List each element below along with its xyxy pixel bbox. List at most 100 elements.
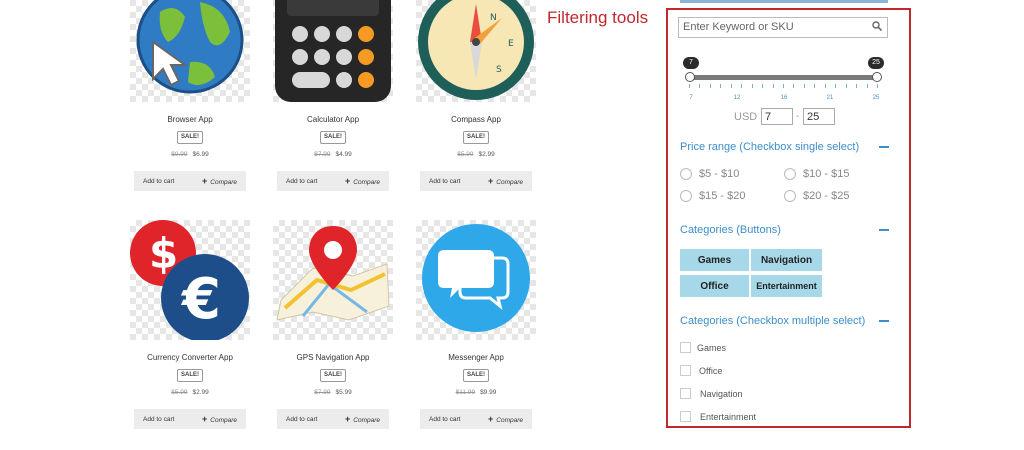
new-price: $4.99 (335, 151, 352, 158)
collapse-icon[interactable] (879, 320, 889, 322)
old-price: $5.99 (171, 389, 188, 396)
radio-price-10-15[interactable] (784, 168, 796, 180)
slider-high-handle[interactable] (872, 72, 882, 82)
product-name[interactable]: Currency Converter App (130, 353, 250, 363)
old-price: $11.99 (455, 389, 476, 396)
radio-price-20-25[interactable] (784, 190, 796, 202)
product-image[interactable] (130, 0, 250, 102)
product-card: GPS Navigation App SALE! $7.99 $5.99 Add … (273, 220, 393, 429)
product-name[interactable]: Messenger App (416, 353, 536, 363)
product-actions: Add to cart + Compare (420, 409, 532, 429)
price-block: $9.99 $6.99 (130, 150, 250, 160)
price-block: $11.99 $9.99 (416, 388, 536, 398)
product-image[interactable] (273, 220, 393, 340)
sale-badge: SALE! (177, 369, 203, 382)
product-image[interactable]: N E S (416, 0, 536, 102)
compare-button[interactable]: + Compare (488, 176, 523, 186)
slider-ticks (689, 84, 879, 92)
slider-tick (877, 84, 878, 88)
range-max-input[interactable]: 25 (803, 108, 835, 125)
compare-label: Compare (353, 417, 380, 424)
slider-low-handle[interactable] (685, 72, 695, 82)
search-icon[interactable] (872, 21, 882, 31)
radio-price-5-10[interactable] (680, 168, 692, 180)
slider-tick (762, 84, 764, 88)
add-to-cart-button[interactable]: Add to cart (143, 178, 174, 185)
radio-price-15-20[interactable] (680, 190, 692, 202)
slider-tick (793, 84, 795, 88)
search-input[interactable]: Enter Keyword or SKU (678, 17, 888, 38)
compare-button[interactable]: + Compare (345, 176, 380, 186)
checkbox-label: Entertainment (700, 412, 757, 422)
svg-text:E: E (508, 39, 514, 49)
old-price: $7.99 (314, 389, 331, 396)
range-separator: - (796, 111, 800, 122)
add-to-cart-button[interactable]: Add to cart (286, 178, 317, 185)
product-name[interactable]: GPS Navigation App (273, 353, 393, 363)
radio-label: $20 - $25 (803, 190, 850, 202)
slider-tick (689, 84, 690, 88)
top-bar (680, 0, 888, 3)
compare-button[interactable]: + Compare (345, 414, 380, 424)
checkbox-label: Office (699, 366, 723, 376)
compare-label: Compare (496, 179, 523, 186)
plus-icon: + (488, 414, 494, 424)
new-price: $2.99 (192, 389, 209, 396)
product-image[interactable] (416, 220, 536, 340)
compare-button[interactable]: + Compare (202, 414, 237, 424)
filter-panel-outline (666, 8, 911, 428)
currency-icon: $ € (130, 220, 249, 340)
product-actions: Add to cart + Compare (134, 171, 246, 191)
product-image[interactable]: $ € (130, 220, 250, 340)
old-price: $5.99 (457, 151, 474, 158)
tick-label: 25 (872, 95, 880, 101)
checkbox-games[interactable] (680, 342, 691, 353)
category-button-games[interactable]: Games (679, 248, 750, 272)
slider-tick (783, 84, 784, 88)
product-card: Browser App SALE! $9.99 $6.99 Add to cart… (130, 0, 250, 191)
tick-label: 7 (689, 95, 693, 101)
add-to-cart-button[interactable]: Add to cart (429, 178, 460, 185)
category-button-office[interactable]: Office (679, 274, 750, 298)
product-image[interactable] (273, 0, 393, 102)
category-button-navigation[interactable]: Navigation (750, 248, 823, 272)
add-to-cart-button[interactable]: Add to cart (143, 416, 174, 423)
new-price: $9.99 (480, 389, 497, 396)
plus-icon: + (345, 176, 351, 186)
checkbox-entertainment[interactable] (680, 411, 691, 422)
old-price: $9.99 (171, 151, 188, 158)
categories-buttons-title[interactable]: Categories (Buttons) (680, 224, 781, 236)
add-to-cart-button[interactable]: Add to cart (429, 416, 460, 423)
slider-tick (730, 84, 732, 88)
product-card: N E S Compass App SALE! $5.99 $2.99 Add t… (416, 0, 536, 191)
slider-tick (803, 84, 805, 88)
category-button-entertainment[interactable]: Entertainment (750, 274, 823, 298)
compare-button[interactable]: + Compare (202, 176, 237, 186)
checkbox-office[interactable] (680, 365, 691, 376)
product-name[interactable]: Browser App (130, 115, 250, 125)
sale-badge: SALE! (177, 131, 203, 144)
price-block: $5.99 $2.99 (416, 150, 536, 160)
slider-tick (814, 84, 816, 88)
price-slider-range (689, 75, 877, 80)
price-block: $7.99 $4.99 (273, 150, 393, 160)
globe-cursor-icon (136, 0, 244, 94)
collapse-icon[interactable] (879, 229, 889, 231)
product-name[interactable]: Calculator App (273, 115, 393, 125)
categories-checkbox-title[interactable]: Categories (Checkbox multiple select) (680, 315, 865, 327)
range-min-input[interactable]: 7 (761, 108, 793, 125)
calculator-icon (275, 0, 391, 102)
add-to-cart-button[interactable]: Add to cart (286, 416, 317, 423)
compare-button[interactable]: + Compare (488, 414, 523, 424)
slider-tick (699, 84, 701, 88)
plus-icon: + (488, 176, 494, 186)
tick-label: 12 (733, 95, 741, 101)
price-range-title[interactable]: Price range (Checkbox single select) (680, 141, 859, 153)
new-price: $6.99 (192, 151, 209, 158)
slider-tick (751, 84, 753, 88)
radio-label: $15 - $20 (699, 190, 746, 202)
checkbox-navigation[interactable] (680, 388, 691, 399)
product-name[interactable]: Compass App (416, 115, 536, 125)
chat-bubbles-icon (422, 224, 530, 332)
collapse-icon[interactable] (879, 146, 889, 148)
